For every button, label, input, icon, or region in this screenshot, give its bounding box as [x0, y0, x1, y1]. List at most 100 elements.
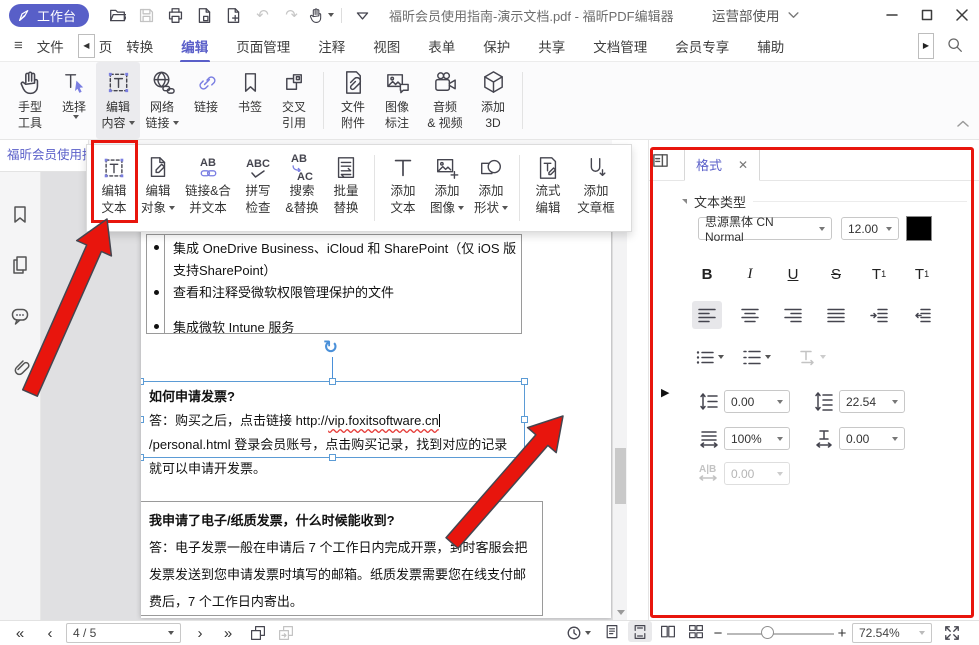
subscript-button[interactable]: T1: [907, 260, 937, 288]
add-3d-button[interactable]: 添加 3D: [471, 62, 515, 139]
search-button[interactable]: [946, 36, 963, 56]
tab-scroll-right-button[interactable]: ▶: [918, 33, 934, 59]
search-replace-button[interactable]: AB AC 搜索 &替换: [280, 145, 324, 231]
italic-button[interactable]: I: [735, 260, 765, 288]
zoom-slider-track[interactable]: [727, 633, 834, 635]
print-button[interactable]: [161, 3, 190, 27]
collapse-ribbon-button[interactable]: [957, 115, 969, 133]
comments-panel-button[interactable]: [10, 306, 30, 331]
zoom-in-button[interactable]: +: [834, 621, 850, 645]
edit-content-button[interactable]: 编辑 内容: [96, 62, 140, 139]
close-button[interactable]: [944, 0, 979, 30]
spell-check-button[interactable]: ABC 拼写 检查: [236, 145, 280, 231]
strikethrough-button[interactable]: S: [821, 260, 851, 288]
menu-edit[interactable]: 编辑: [180, 30, 209, 62]
paragraph-spacing-select[interactable]: 22.54: [839, 390, 905, 413]
maximize-button[interactable]: [909, 0, 944, 30]
add-text-button[interactable]: 添加 文本: [381, 145, 425, 231]
resize-handle-w[interactable]: [141, 416, 144, 423]
menu-share[interactable]: 共享: [537, 30, 566, 62]
pdf-page[interactable]: 集成 OneDrive Business、iCloud 和 SharePoint…: [141, 172, 611, 618]
select-tool-button[interactable]: 选择: [52, 62, 96, 139]
menu-member-exclusive[interactable]: 会员专享: [674, 30, 730, 62]
menu-comment[interactable]: 注释: [317, 30, 346, 62]
rotate-handle-icon[interactable]: ↻: [323, 337, 338, 358]
resize-handle-nw[interactable]: [141, 378, 144, 385]
bookmark-button[interactable]: 书签: [228, 62, 272, 139]
first-page-button[interactable]: «: [8, 621, 32, 645]
open-file-button[interactable]: [103, 3, 132, 27]
facing-view-button[interactable]: [656, 621, 680, 642]
format-tab[interactable]: 格式 ✕: [684, 148, 760, 181]
menu-protect[interactable]: 保护: [482, 30, 511, 62]
text-type-section[interactable]: 文本类型: [682, 192, 967, 211]
font-family-select[interactable]: 思源黑体 CN Normal: [698, 217, 832, 240]
workspace-button[interactable]: 工作台: [9, 4, 89, 27]
tab-scroll-left-button[interactable]: ◀: [78, 34, 95, 58]
zoom-level-select[interactable]: 72.54%: [852, 623, 932, 643]
panel-collapse-handle[interactable]: ▶: [661, 386, 669, 399]
link-join-text-button[interactable]: AB 链接&合 并文本: [180, 145, 236, 231]
align-justify-button[interactable]: [821, 301, 851, 329]
resize-handle-e[interactable]: [521, 416, 528, 423]
page-number-select[interactable]: 4 / 5: [66, 623, 181, 643]
collapse-panel-button[interactable]: [652, 152, 669, 174]
add-image-button[interactable]: 添加 图像: [425, 145, 469, 231]
line-spacing-select[interactable]: 0.00: [724, 390, 790, 413]
undo-button[interactable]: ↶: [248, 3, 277, 27]
audio-video-button[interactable]: 音频 & 视频: [419, 62, 471, 139]
redo-button[interactable]: ↷: [277, 3, 306, 27]
export-pdf-button[interactable]: [190, 3, 219, 27]
bullet-list-box[interactable]: 集成 OneDrive Business、iCloud 和 SharePoint…: [146, 234, 522, 334]
fullscreen-button[interactable]: [938, 621, 966, 645]
save-button[interactable]: [132, 3, 161, 27]
menu-accessibility[interactable]: 辅助: [756, 30, 785, 62]
menu-view[interactable]: 视图: [372, 30, 401, 62]
image-annotation-button[interactable]: 图像 标注: [375, 62, 419, 139]
create-pdf-button[interactable]: [219, 3, 248, 27]
menu-file[interactable]: 文件: [36, 30, 65, 62]
attachments-panel-button[interactable]: [10, 357, 30, 382]
resize-handle-n[interactable]: [329, 378, 336, 385]
last-page-button[interactable]: »: [216, 621, 240, 645]
link-button[interactable]: 链接: [184, 62, 228, 139]
continuous-view-button[interactable]: [628, 621, 652, 642]
edit-object-button[interactable]: 编辑 对象: [136, 145, 180, 231]
scroll-down-icon[interactable]: [617, 610, 625, 615]
menu-doc-management[interactable]: 文档管理: [592, 30, 648, 62]
align-center-button[interactable]: [735, 301, 765, 329]
single-page-view-button[interactable]: [600, 621, 624, 642]
zoom-slider-knob[interactable]: [761, 626, 774, 639]
character-spacing-select[interactable]: 0.00: [839, 427, 905, 450]
font-color-swatch[interactable]: [906, 216, 932, 241]
next-page-button[interactable]: ›: [188, 621, 212, 645]
font-size-select[interactable]: 12.00: [841, 217, 899, 240]
menu-page-management[interactable]: 页面管理: [235, 30, 291, 62]
word-spacing-select[interactable]: 0.00: [724, 462, 790, 485]
indent-decrease-button[interactable]: [907, 301, 937, 329]
sidebar-expand-handle[interactable]: ▶: [36, 364, 44, 375]
file-attachment-button[interactable]: 文件 附件: [331, 62, 375, 139]
align-right-button[interactable]: [778, 301, 808, 329]
pages-panel-button[interactable]: [10, 255, 30, 280]
resize-handle-sw[interactable]: [141, 454, 144, 461]
edit-text-button[interactable]: 编辑 文本: [92, 145, 136, 231]
zoom-out-button[interactable]: −: [710, 621, 726, 645]
hamburger-icon[interactable]: ≡: [14, 37, 23, 54]
bold-button[interactable]: B: [692, 260, 722, 288]
superscript-button[interactable]: T1: [864, 260, 894, 288]
text-box[interactable]: 我申请了电子/纸质发票，什么时候能收到? 答：电子发票一般在申请后 7 个工作日…: [141, 501, 543, 616]
underline-button[interactable]: U: [778, 260, 808, 288]
clipboard-tool-button[interactable]: [274, 621, 298, 645]
menu-truncated-tab[interactable]: 页: [99, 36, 113, 56]
resize-handle-s[interactable]: [329, 454, 336, 461]
resize-handle-se[interactable]: [521, 454, 528, 461]
close-icon[interactable]: ✕: [738, 158, 748, 172]
text-direction-button[interactable]: [797, 344, 826, 370]
snapshot-button[interactable]: [246, 621, 270, 645]
batch-replace-button[interactable]: 批量 替换: [324, 145, 368, 231]
align-left-button[interactable]: [692, 301, 722, 329]
account-menu[interactable]: 运营部使用: [712, 5, 799, 25]
bullet-list-button[interactable]: [695, 344, 724, 370]
menu-form[interactable]: 表单: [427, 30, 456, 62]
